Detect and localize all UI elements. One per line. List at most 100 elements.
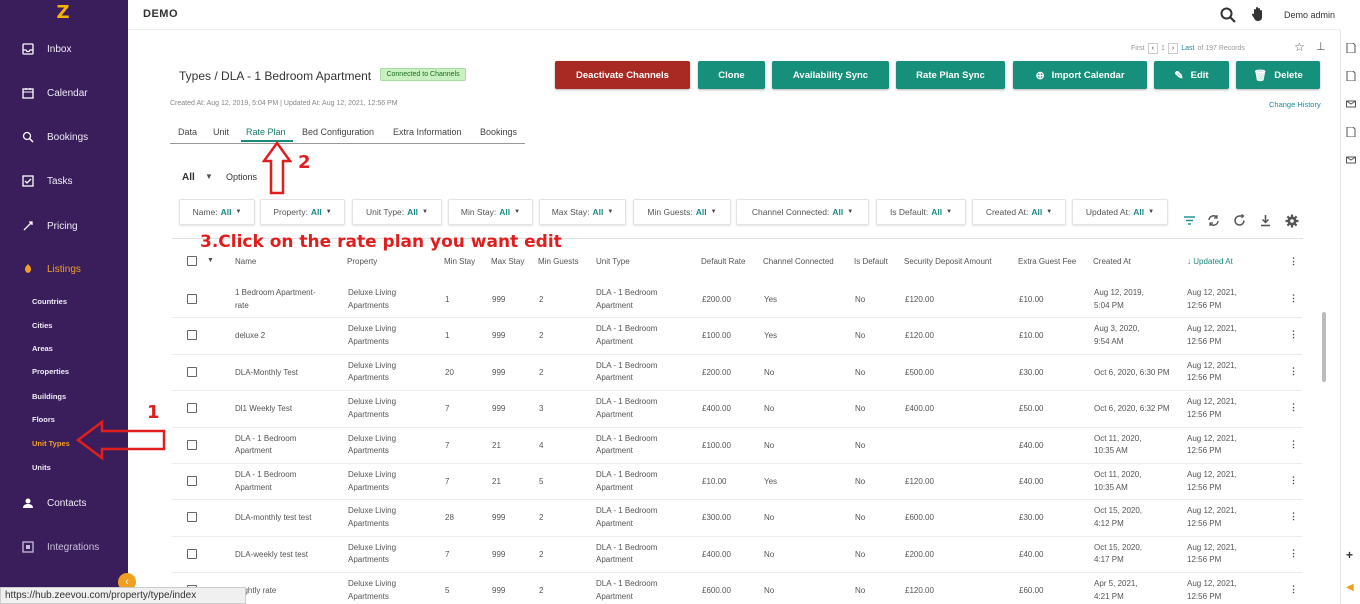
breadcrumb-types[interactable]: Types: [179, 69, 211, 83]
row-checkbox[interactable]: [187, 512, 197, 523]
column-header[interactable]: Min Guests: [538, 257, 578, 266]
row-actions-icon[interactable]: ⋮: [1289, 548, 1298, 559]
availability-sync-button[interactable]: Availability Sync: [772, 61, 889, 89]
table-row[interactable]: DLA-monthly test test Deluxe Living Apartm…: [0, 500, 1302, 537]
column-header[interactable]: Unit Type: [596, 257, 630, 266]
view-selector[interactable]: All: [182, 172, 195, 183]
filter-min-stay[interactable]: Min Stay: All ▼: [448, 199, 533, 225]
download-icon[interactable]: [1259, 214, 1272, 227]
column-menu-icon[interactable]: ⋮: [1289, 256, 1298, 267]
tab-bookings[interactable]: Bookings: [480, 127, 517, 137]
zeevou-logo[interactable]: Z: [53, 3, 73, 23]
row-actions-icon[interactable]: ⋮: [1289, 584, 1298, 595]
rate-plan-sync-button[interactable]: Rate Plan Sync: [896, 61, 1005, 89]
sidebar-item-tasks[interactable]: Tasks: [0, 169, 128, 193]
hand-icon[interactable]: [1251, 6, 1265, 27]
tab-unit[interactable]: Unit: [213, 127, 229, 137]
filter-channel-connected[interactable]: Channel Connected: All ▼: [736, 199, 869, 225]
user-menu[interactable]: Demo admin: [1284, 10, 1335, 20]
pager-first[interactable]: First: [1131, 45, 1145, 52]
row-checkbox[interactable]: [187, 403, 197, 414]
filter-icon[interactable]: [1183, 214, 1196, 227]
table-row[interactable]: DLA - 1 Bedroom Apartment Deluxe Living Apa…: [0, 464, 1302, 501]
plus-icon[interactable]: +: [1346, 549, 1356, 561]
table-row[interactable]: deluxe 2 Deluxe Living Apartments 1 999 2 DLA …: [0, 318, 1302, 355]
star-icon[interactable]: ☆: [1294, 40, 1305, 54]
tab-data[interactable]: Data: [178, 127, 197, 137]
change-history-link[interactable]: Change History: [1269, 100, 1321, 109]
row-checkbox[interactable]: [187, 476, 197, 486]
row-checkbox[interactable]: [187, 330, 197, 341]
sidebar-item-pricing[interactable]: Pricing: [0, 214, 128, 238]
pager-page: 1: [1160, 45, 1165, 52]
filter-updated-at[interactable]: Updated At: All ▼: [1072, 199, 1168, 225]
row-actions-icon[interactable]: ⋮: [1289, 511, 1298, 522]
delete-button[interactable]: 🗑 Delete: [1236, 61, 1320, 89]
document-icon[interactable]: [1346, 40, 1356, 54]
tab-extra-information[interactable]: Extra Information: [393, 127, 462, 137]
import-calendar-button[interactable]: ⊕ Import Calendar: [1013, 61, 1147, 89]
column-header[interactable]: Extra Guest Fee: [1018, 257, 1076, 266]
clone-button[interactable]: Clone: [698, 61, 765, 89]
row-actions-icon[interactable]: ⋮: [1289, 475, 1298, 486]
pager-last[interactable]: Last: [1181, 45, 1194, 52]
pager-next-button[interactable]: ›: [1167, 43, 1179, 54]
search-icon[interactable]: [1220, 7, 1236, 28]
column-header-sorted[interactable]: ↓ Updated At: [1187, 257, 1233, 266]
column-header[interactable]: Max Stay: [491, 257, 524, 266]
column-header[interactable]: Security Deposit Amount: [904, 257, 992, 266]
table-row[interactable]: DLA-Monthly Test Deluxe Living Apartments 2…: [0, 355, 1302, 392]
filter-is-default[interactable]: Is Default: All ▼: [876, 199, 966, 225]
column-header[interactable]: Min Stay: [444, 257, 475, 266]
column-header[interactable]: Created At: [1093, 257, 1131, 266]
sync-icon[interactable]: [1207, 214, 1220, 227]
filter-name[interactable]: Name: All ▼: [179, 199, 255, 225]
pager-prev-button[interactable]: ‹: [1147, 43, 1158, 54]
edit-button[interactable]: ✎ Edit: [1154, 61, 1229, 89]
row-checkbox[interactable]: [187, 439, 197, 450]
sidebar-item-calendar[interactable]: Calendar: [0, 81, 128, 105]
mail-icon[interactable]: [1346, 96, 1356, 108]
filter-min-guests[interactable]: Min Guests: All ▼: [633, 199, 731, 225]
sidebar-item-listings[interactable]: Listings: [0, 257, 128, 281]
cell-unit-type: DLA - 1 Bedroom: [596, 324, 658, 334]
column-header[interactable]: Is Default: [854, 257, 888, 266]
table-row[interactable]: 1 Bedroom Apartment-rate Deluxe Living Apa…: [0, 282, 1302, 319]
deactivate-channels-button[interactable]: Deactivate Channels: [555, 61, 690, 89]
filter-max-stay[interactable]: Max Stay: All ▼: [539, 199, 626, 225]
tab-bed-configuration[interactable]: Bed Configuration: [302, 127, 374, 137]
column-header[interactable]: Name: [235, 257, 256, 266]
row-actions-icon[interactable]: ⋮: [1289, 366, 1298, 377]
mail-icon[interactable]: [1346, 152, 1356, 164]
settings-gear-icon[interactable]: [1285, 214, 1299, 228]
document-icon[interactable]: [1346, 124, 1356, 138]
options-menu[interactable]: Options: [226, 172, 257, 182]
filter-property[interactable]: Property: All ▼: [260, 199, 345, 225]
select-all-checkbox[interactable]: [187, 256, 197, 266]
tab-rate-plan[interactable]: Rate Plan: [246, 127, 286, 137]
column-header[interactable]: Property: [347, 257, 377, 266]
filter-created-at[interactable]: Created At: All ▼: [972, 199, 1066, 225]
table-row[interactable]: DLA - 1 Bedroom Apartment Deluxe Living Apa…: [0, 428, 1302, 465]
row-checkbox[interactable]: [187, 548, 197, 559]
filter-unit-type[interactable]: Unit Type: All ▼: [352, 199, 442, 225]
sidebar-item-inbox[interactable]: Inbox: [0, 37, 128, 61]
caret-down-icon[interactable]: ▼: [207, 257, 214, 264]
table-row[interactable]: Dl1 Weekly Test Deluxe Living Apartments 7 9…: [0, 391, 1302, 428]
refresh-icon[interactable]: [1233, 213, 1246, 227]
table-scrollbar[interactable]: [1322, 312, 1326, 382]
pin-icon[interactable]: ⊥: [1316, 40, 1326, 53]
row-checkbox[interactable]: [187, 366, 197, 377]
row-checkbox[interactable]: [187, 294, 197, 304]
document-icon[interactable]: [1346, 68, 1356, 82]
table-row[interactable]: DLA-weekly test test Deluxe Living Apartme…: [0, 537, 1302, 574]
chevron-left-icon[interactable]: ◀: [1346, 583, 1356, 593]
column-header[interactable]: Default Rate: [701, 257, 745, 266]
sidebar-item-bookings[interactable]: Bookings: [0, 125, 128, 149]
row-actions-icon[interactable]: ⋮: [1289, 402, 1298, 413]
row-actions-icon[interactable]: ⋮: [1289, 439, 1298, 450]
caret-down-icon[interactable]: ▼: [205, 172, 213, 181]
row-actions-icon[interactable]: ⋮: [1289, 329, 1298, 340]
row-actions-icon[interactable]: ⋮: [1289, 293, 1298, 304]
column-header[interactable]: Channel Connected: [763, 257, 834, 266]
